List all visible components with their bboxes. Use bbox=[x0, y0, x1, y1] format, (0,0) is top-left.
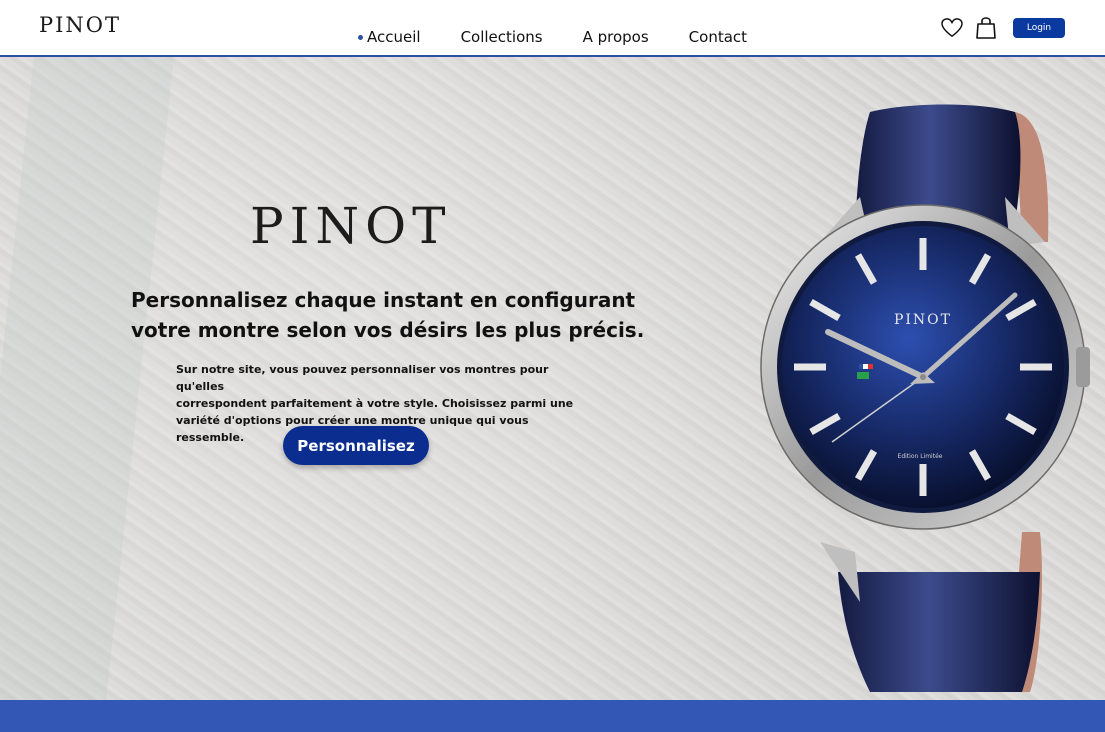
nav-item-label: Collections bbox=[460, 28, 543, 46]
footer-band bbox=[0, 700, 1105, 732]
nav-item-accueil[interactable]: Accueil bbox=[358, 28, 421, 46]
main-nav: Accueil Collections A propos Contact bbox=[358, 28, 787, 46]
dial-edition-text: Edition Limitée bbox=[898, 453, 943, 460]
watch-crown bbox=[1076, 347, 1090, 387]
nav-item-collections[interactable]: Collections bbox=[461, 28, 543, 46]
shopping-bag-icon[interactable] bbox=[974, 16, 998, 40]
brand-logo[interactable]: PINOT bbox=[39, 13, 121, 37]
watch-image: PINOT Edition Limitée bbox=[760, 104, 1090, 692]
hero-description-line: correspondent parfaitement à votre style… bbox=[176, 397, 574, 410]
login-button[interactable]: Login bbox=[1013, 18, 1065, 38]
nav-item-label: Contact bbox=[688, 28, 748, 46]
watch-lug bbox=[820, 542, 860, 602]
flag-icon bbox=[857, 372, 869, 379]
hero-logo: PINOT bbox=[250, 197, 452, 255]
watch-strap-bottom bbox=[838, 572, 1040, 692]
nav-item-contact[interactable]: Contact bbox=[689, 28, 747, 46]
active-indicator-dot bbox=[358, 34, 363, 40]
nav-item-label: A propos bbox=[582, 28, 649, 46]
personalize-button[interactable]: Personnalisez bbox=[283, 426, 429, 465]
nav-item-a-propos[interactable]: A propos bbox=[583, 28, 649, 46]
hero-title-line: Personnalisez chaque instant en configur… bbox=[131, 288, 636, 312]
heart-icon[interactable] bbox=[940, 16, 964, 40]
hero-section: PINOT Personnalisez chaque instant en co… bbox=[0, 57, 1105, 700]
flag-icon bbox=[868, 364, 873, 369]
hero-title: Personnalisez chaque instant en configur… bbox=[131, 285, 651, 345]
hand-pin bbox=[920, 374, 926, 380]
hero-description-line: Sur notre site, vous pouvez personnalise… bbox=[176, 363, 549, 393]
header: PINOT Accueil Collections A propos Conta… bbox=[0, 0, 1105, 57]
flag-icon bbox=[859, 364, 863, 369]
header-icons bbox=[940, 16, 1008, 40]
dial-brand-text: PINOT bbox=[894, 312, 952, 328]
hero-title-line: votre montre selon vos désirs les plus p… bbox=[131, 318, 645, 342]
nav-item-label: Accueil bbox=[367, 28, 421, 46]
